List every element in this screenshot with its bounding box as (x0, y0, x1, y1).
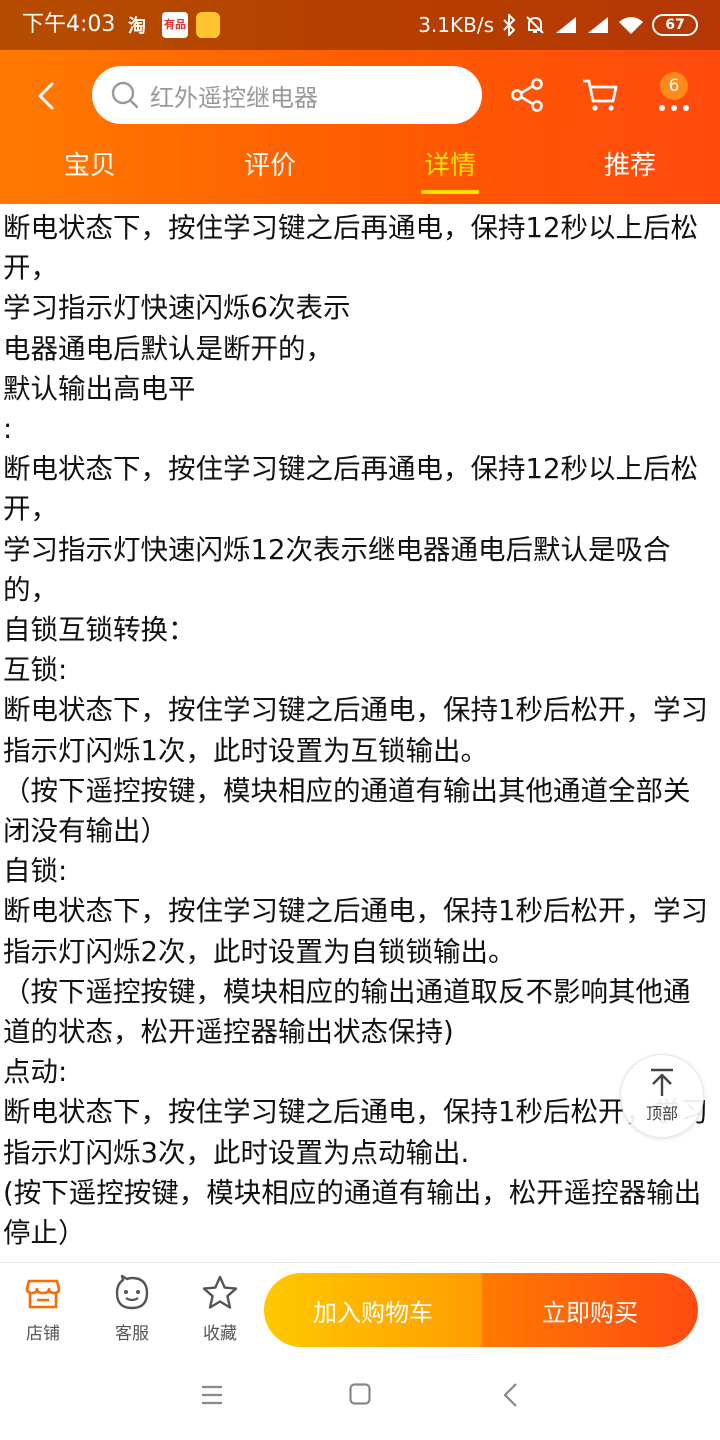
signal-icon-2 (588, 17, 608, 33)
network-speed: 3.1KB/s (418, 13, 494, 37)
star-icon (202, 1275, 238, 1309)
shop-label: 店铺 (26, 1324, 60, 1344)
description-line: 点动: (3, 1056, 68, 1089)
description-line: (按下遥控按键，模块相应的通道有输出，松开遥控器输出停止） (3, 1176, 702, 1250)
status-right: 3.1KB/s 67 (418, 10, 698, 40)
system-back-icon[interactable] (500, 1382, 522, 1408)
share-icon[interactable] (508, 76, 546, 114)
detail-tabs: 宝贝 评价 详情 推荐 (0, 138, 720, 204)
buy-now-button[interactable]: 立即购买 (482, 1273, 698, 1347)
back-to-top-button[interactable]: 顶部 (620, 1054, 704, 1138)
top-header: 下午4:03 淘 有品 3.1KB/s 67 红外遥控继电器 6 宝贝 评价 详… (0, 0, 720, 204)
tab-reviews[interactable]: 评价 (180, 138, 360, 204)
description-line: : (3, 413, 13, 446)
favorite-label: 收藏 (203, 1324, 237, 1344)
description-line: （按下遥控按键，模块相应的输出通道取反不影响其他通道的状态，松开遥控器输出状态保… (3, 975, 691, 1049)
search-icon (111, 81, 139, 109)
customer-service-button[interactable]: 客服 (96, 1273, 168, 1345)
signal-icon-1 (556, 17, 576, 33)
shop-button[interactable]: 店铺 (7, 1273, 79, 1345)
taobao-notification-icon: 淘 (128, 16, 146, 37)
system-nav-bar (0, 1354, 720, 1440)
home-icon[interactable] (348, 1382, 372, 1406)
message-badge: 6 (660, 72, 688, 100)
tab-item[interactable]: 宝贝 (0, 138, 180, 204)
description-line: 学习指示灯快速闪烁6次表示 (3, 292, 351, 325)
bluetooth-icon (503, 14, 516, 36)
add-to-cart-button[interactable]: 加入购物车 (264, 1273, 482, 1347)
description-line: 自锁: (3, 855, 68, 888)
description-line: 自锁互锁转换： (3, 614, 196, 647)
search-placeholder: 红外遥控继电器 (150, 83, 318, 112)
description-line: 互锁: (3, 654, 68, 687)
description-line: 电器通电后默认是断开的， (3, 332, 333, 365)
battery-icon: 67 (652, 14, 698, 36)
favorite-button[interactable]: 收藏 (184, 1273, 256, 1345)
shop-icon (25, 1279, 61, 1309)
wifi-icon (619, 17, 643, 34)
arrow-up-icon (651, 1068, 673, 1096)
description-line: 断电状态下，按住学习键之后通电，保持1秒后松开，学习指示灯闪烁2次，此时设置为自… (3, 895, 708, 968)
description-line: 断电状态下，按住学习键之后通电，保持1秒后松开，学习指示灯闪烁1次，此时设置为互… (3, 694, 708, 767)
description-line: 断电状态下，按住学习键之后再通电，保持12秒以上后松开， (3, 453, 698, 526)
customer-service-label: 客服 (115, 1324, 149, 1344)
description-line: 断电状态下，按住学习键之后再通电，保持12秒以上后松开， (3, 212, 698, 285)
bottom-action-bar: 店铺 客服 收藏 加入购物车 立即购买 (0, 1262, 720, 1354)
tab-details[interactable]: 详情 (360, 138, 540, 204)
recent-apps-icon[interactable] (200, 1384, 224, 1406)
description-line: 默认输出高电平 (3, 372, 196, 405)
status-bar: 下午4:03 淘 有品 3.1KB/s 67 (0, 0, 720, 50)
folder-notification-icon (196, 12, 220, 38)
back-icon[interactable] (30, 78, 66, 114)
description-line: 学习指示灯快速闪烁12次表示继电器通电后默认是吸合的， (3, 533, 671, 606)
cart-icon[interactable] (580, 76, 620, 114)
youpin-notification-icon: 有品 (162, 12, 188, 38)
mute-icon (526, 16, 544, 34)
product-description: 断电状态下，按住学习键之后再通电，保持12秒以上后松开， 学习指示灯快速闪烁6次… (0, 208, 720, 1260)
back-to-top-label: 顶部 (645, 1104, 678, 1123)
search-input[interactable]: 红外遥控继电器 (92, 66, 482, 124)
tab-recommend[interactable]: 推荐 (540, 138, 720, 204)
customer-service-icon (115, 1274, 149, 1310)
description-line: 断电状态下，按住学习键之后通电，保持1秒后松开，学习指示灯闪烁3次，此时设置为点… (3, 1096, 708, 1169)
description-line: （按下遥控按键，模块相应的通道有输出其他通道全部关闭没有输出） (3, 774, 691, 848)
status-time: 下午4:03 (22, 12, 116, 37)
